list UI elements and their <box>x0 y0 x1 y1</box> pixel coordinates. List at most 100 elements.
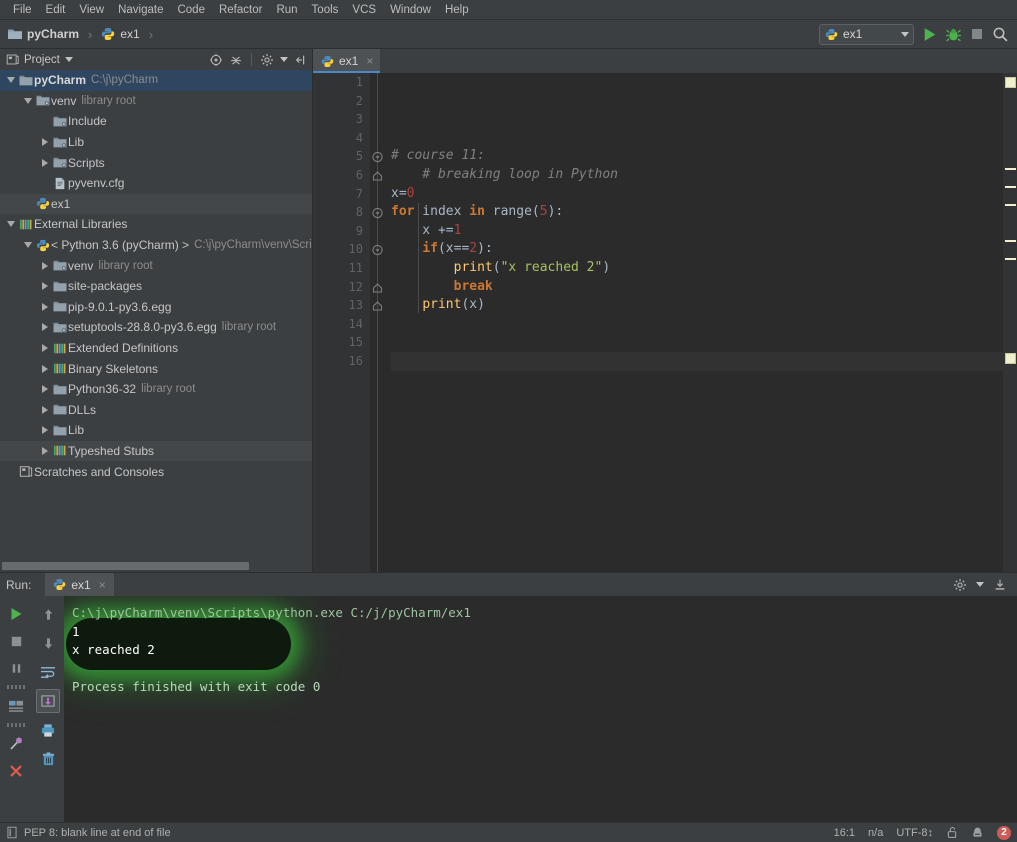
tree-item-setuptools-28-8-0-py3-6-egg[interactable]: setuptools-28.8.0-py3.6.egg library root <box>0 317 312 338</box>
error-marker-bar[interactable] <box>1003 73 1017 572</box>
tree-item-lib[interactable]: Lib <box>0 132 312 153</box>
tree-item-include[interactable]: Include <box>0 111 312 132</box>
project-tree[interactable]: pyCharm C:\j\pyCharm venv library root Inclu… <box>0 70 312 559</box>
chevron-right-icon[interactable] <box>38 385 51 394</box>
chevron-right-icon[interactable] <box>38 261 51 270</box>
code-line-8[interactable]: for index in range(5): <box>391 203 1003 222</box>
marker-line[interactable] <box>1005 258 1016 260</box>
fold-marker-line-5[interactable] <box>371 151 384 163</box>
chevron-right-icon[interactable] <box>38 282 51 291</box>
chevron-right-icon[interactable] <box>38 446 51 455</box>
fold-marker-line-13[interactable] <box>371 300 384 312</box>
tree-item-site-packages[interactable]: site-packages <box>0 276 312 297</box>
hide-panel-icon[interactable] <box>993 578 1007 592</box>
close-icon[interactable]: × <box>99 578 106 592</box>
marker-top-square[interactable] <box>1005 77 1016 88</box>
tree-item-venv[interactable]: venv library root <box>0 255 312 276</box>
project-horizontal-scrollbar[interactable] <box>0 559 312 572</box>
inspector-icon[interactable] <box>971 826 984 839</box>
chevron-down-icon[interactable] <box>64 57 73 62</box>
breadcrumb-project[interactable]: pyCharm <box>27 27 79 41</box>
code-line-3[interactable] <box>391 110 1003 129</box>
fold-marker-line-12[interactable] <box>371 282 384 294</box>
tree-item-scripts[interactable]: Scripts <box>0 152 312 173</box>
marker-line[interactable] <box>1005 240 1016 242</box>
marker-line[interactable] <box>1005 204 1016 206</box>
tree-item-dlls[interactable]: DLLs <box>0 400 312 421</box>
code-line-13[interactable]: print(x) <box>391 296 1003 315</box>
tree-item-python36-32[interactable]: Python36-32 library root <box>0 379 312 400</box>
code-editor[interactable]: 1 2 3 4 5 6 7 8 9 10 11 12 13 14 15 16 # course 11: # b… <box>313 73 1017 572</box>
caret-position[interactable]: 16:1 <box>834 827 855 839</box>
chevron-down-icon[interactable] <box>976 582 984 587</box>
tree-item-extended-definitions[interactable]: Extended Definitions <box>0 338 312 359</box>
code-line-10[interactable]: if(x==2): <box>391 240 1003 259</box>
menu-item-navigate[interactable]: Navigate <box>111 0 170 20</box>
code-line-4[interactable] <box>391 129 1003 148</box>
debug-button[interactable] <box>945 26 962 43</box>
menu-item-tools[interactable]: Tools <box>305 0 346 20</box>
chevron-right-icon[interactable] <box>38 158 51 167</box>
tree-item-ex1[interactable]: ex1 <box>0 193 312 215</box>
scroll-down-icon[interactable] <box>36 631 60 655</box>
code-line-16[interactable] <box>391 351 1003 371</box>
menu-item-window[interactable]: Window <box>383 0 438 20</box>
print-icon[interactable] <box>36 718 60 742</box>
chevron-down-icon[interactable] <box>4 77 17 84</box>
run-configuration-selector[interactable]: ex1 <box>819 23 914 45</box>
breadcrumb-file[interactable]: ex1 <box>120 27 139 41</box>
chevron-right-icon[interactable] <box>38 426 51 435</box>
chevron-right-icon[interactable] <box>38 344 51 353</box>
close-icon[interactable] <box>4 759 28 783</box>
soft-wrap-icon[interactable] <box>36 660 60 684</box>
marker-line[interactable] <box>1005 186 1016 188</box>
code-line-2[interactable] <box>391 92 1003 111</box>
fold-marker-column[interactable] <box>370 73 385 572</box>
menu-item-vcs[interactable]: VCS <box>345 0 383 20</box>
chevron-down-icon[interactable] <box>21 242 34 249</box>
line-separator[interactable]: n/a <box>868 827 883 839</box>
file-encoding[interactable]: UTF-8↕ <box>896 827 933 839</box>
menu-item-run[interactable]: Run <box>269 0 304 20</box>
gear-icon[interactable] <box>260 53 274 67</box>
code-line-1[interactable] <box>391 73 1003 92</box>
marker-bottom-square[interactable] <box>1005 353 1016 364</box>
search-icon[interactable] <box>992 26 1009 43</box>
menu-item-refactor[interactable]: Refactor <box>212 0 269 20</box>
tree-item-venv[interactable]: venv library root <box>0 91 312 112</box>
trash-icon[interactable] <box>36 747 60 771</box>
tree-item-pycharm[interactable]: pyCharm C:\j\pyCharm <box>0 70 312 91</box>
code-line-7[interactable]: x=0 <box>391 185 1003 204</box>
chevron-down-icon[interactable] <box>901 31 909 37</box>
collapse-all-icon[interactable] <box>229 53 243 67</box>
inspection-status-icon[interactable] <box>6 826 18 839</box>
run-tab-ex1[interactable]: ex1 × <box>45 573 114 596</box>
menu-item-help[interactable]: Help <box>438 0 476 20</box>
gear-icon[interactable] <box>953 578 967 592</box>
tree-item-python-3-6-pycharm[interactable]: < Python 3.6 (pyCharm) > C:\j\pyCharm\ven… <box>0 235 312 256</box>
chevron-down-icon[interactable] <box>21 97 34 104</box>
fold-marker-line-10[interactable] <box>371 244 384 256</box>
code-line-11[interactable]: print("x reached 2") <box>391 259 1003 278</box>
stop-icon[interactable] <box>4 629 28 653</box>
chevron-down-icon[interactable] <box>4 221 17 228</box>
scroll-up-icon[interactable] <box>36 602 60 626</box>
tree-item-pip-9-0-1-py3-6-egg[interactable]: pip-9.0.1-py3.6.egg <box>0 297 312 318</box>
fold-marker-line-6[interactable] <box>371 170 384 182</box>
console-output[interactable]: C:\j\pyCharm\venv\Scripts\python.exe C:/… <box>64 596 1017 822</box>
locate-icon[interactable] <box>209 53 223 67</box>
tree-item-lib[interactable]: Lib <box>0 420 312 441</box>
menu-item-edit[interactable]: Edit <box>39 0 73 20</box>
pin-icon[interactable] <box>4 732 28 756</box>
pause-icon[interactable] <box>4 656 28 680</box>
code-line-5[interactable]: # course 11: <box>391 147 1003 166</box>
rerun-icon[interactable] <box>4 602 28 626</box>
run-button[interactable] <box>921 26 938 43</box>
code-line-9[interactable]: x +=1 <box>391 222 1003 241</box>
chevron-right-icon[interactable] <box>38 302 51 311</box>
console-icon[interactable] <box>4 694 28 718</box>
tree-item-binary-skeletons[interactable]: Binary Skeletons <box>0 358 312 379</box>
code-line-15[interactable] <box>391 333 1003 352</box>
tree-item-external-libraries[interactable]: External Libraries <box>0 214 312 235</box>
scrollbar-thumb[interactable] <box>2 562 249 570</box>
